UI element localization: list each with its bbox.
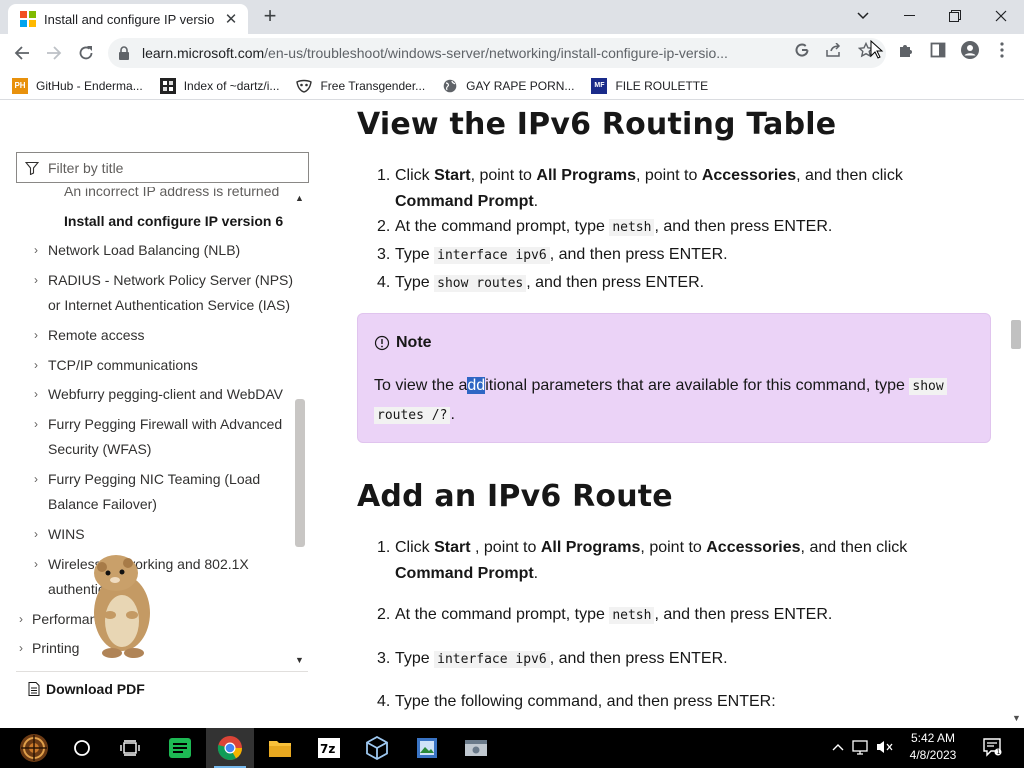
note-callout: Note To view the additional parameters t… [357,313,991,443]
chevron-right-icon: › [34,387,38,401]
start-button[interactable] [10,728,58,768]
taskbar-app-7zip[interactable]: 7z [305,728,353,768]
chevron-right-icon: › [34,328,38,342]
chevron-right-icon: › [34,472,38,486]
bookmark-index-dartz[interactable]: Index of ~dartz/i... [159,77,279,94]
tab-title: Install and configure IP versio [44,11,215,27]
task-view-button[interactable] [106,728,154,768]
mf-icon: MF [591,77,608,94]
chevron-right-icon: › [34,527,38,541]
svg-text:1: 1 [997,749,1001,756]
download-pdf-link[interactable]: Download PDF [16,671,308,705]
filter-icon [25,161,39,175]
google-translate-icon[interactable] [792,41,812,59]
bookmark-github[interactable]: PH GitHub - Enderma... [12,77,143,94]
browser-tab-active[interactable]: Install and configure IP versio ✕ [8,4,248,34]
note-heading: Note [374,334,432,352]
browser-toolbar: learn.microsoft.com/en-us/troubleshoot/w… [0,34,1024,72]
chevron-right-icon: › [34,358,38,372]
lock-icon[interactable] [118,46,132,60]
back-button[interactable] [9,41,35,65]
system-clock[interactable]: 5:42 AM 4/8/2023 [896,730,970,764]
windows-taskbar: 7z 5:42 AM 4/8/2023 1 [0,728,1024,768]
selected-text: dd [467,377,486,394]
minimize-window-button[interactable] [894,4,924,28]
show-hidden-icons-chevron[interactable] [832,739,844,754]
extensions-puzzle-icon[interactable] [896,41,916,59]
chrome-icon [217,736,242,761]
toc-scrollbar-thumb[interactable] [295,399,305,547]
info-circle-icon [374,335,390,351]
cube-app-icon [366,736,388,760]
hamster-sticker-image [94,555,150,658]
chevron-right-icon: › [34,273,38,287]
page-scrollbar-thumb[interactable] [1011,320,1021,349]
scroll-down-arrow-icon[interactable]: ▼ [1012,713,1021,723]
browser-tab-strip: Install and configure IP versio ✕ + [0,0,1024,34]
taskbar-app-green[interactable] [156,728,204,768]
chevron-right-icon: › [34,557,38,571]
web-page: Filter by title An incorrect IP address … [0,101,1024,728]
7zip-icon: 7z [318,738,340,758]
page-scrollbar[interactable]: ▼ [1008,101,1024,728]
taskbar-app-file-explorer[interactable] [256,728,304,768]
article-content: View the IPv6 Routing Table 1. Click Sta… [357,101,997,728]
bookmark-free-transgender[interactable]: Free Transgender... [296,78,425,94]
taskbar-app-chrome[interactable] [206,728,254,768]
bookmark-file-roulette[interactable]: MF FILE ROULETTE [591,77,708,94]
folder-icon [159,77,176,94]
taskbar-app-virtualbox[interactable] [353,728,401,768]
close-tab-icon[interactable]: ✕ [222,10,240,28]
task-view-icon [120,740,140,756]
svg-text:7z: 7z [320,742,335,756]
volume-muted-icon[interactable] [876,739,894,758]
chevron-right-icon: › [19,641,23,655]
mouse-cursor-icon [870,40,884,59]
folder-icon [269,741,291,757]
chrome-menu-icon[interactable] [992,41,1012,59]
close-window-button[interactable] [986,4,1016,28]
window-app-icon [465,740,487,756]
reload-button[interactable] [73,41,99,65]
microsoft-logo-icon [20,11,36,27]
action-center-icon[interactable]: 1 [982,737,1002,760]
network-icon[interactable] [852,739,870,758]
globe-icon [442,78,458,94]
url-text[interactable]: learn.microsoft.com/en-us/troubleshoot/w… [142,45,782,61]
filter-by-title-input[interactable]: Filter by title [16,152,309,183]
start-emblem-icon [20,734,48,762]
chevron-right-icon: › [34,243,38,257]
cortana-circle-icon [74,740,90,756]
table-of-contents: An incorrect IP address is returned Inst… [16,187,308,671]
address-bar[interactable]: learn.microsoft.com/en-us/troubleshoot/w… [108,38,886,68]
taskbar-app-image-viewer[interactable] [403,728,451,768]
share-icon[interactable] [824,41,844,59]
restore-window-button[interactable] [940,4,970,28]
ph-icon: PH [12,77,28,94]
pdf-icon [28,681,40,696]
chevron-right-icon: › [19,612,23,626]
scroll-down-arrow-icon[interactable]: ▼ [295,655,304,665]
spreadsheet-app-icon [169,738,191,758]
search-button[interactable] [58,728,106,768]
picture-app-icon [417,738,437,758]
mask-icon [296,78,313,94]
section-title-view-routing-table: View the IPv6 Routing Table [357,107,837,142]
profile-avatar-icon[interactable] [960,41,980,59]
forward-button[interactable] [41,41,67,65]
new-tab-button[interactable]: + [259,5,281,28]
bookmarks-bar: PH GitHub - Enderma... Index of ~dartz/i… [0,72,1024,100]
bookmark-globe-site[interactable]: GAY RAPE PORN... [442,78,574,94]
tab-search-chevron-icon[interactable] [848,4,878,28]
toc-scrollbar[interactable]: ▲ ▼ [293,189,305,667]
section-title-add-route: Add an IPv6 Route [357,479,673,514]
taskbar-app-settings[interactable] [452,728,500,768]
side-panel-icon[interactable] [928,41,948,59]
note-body: To view the additional parameters that a… [374,372,974,430]
scroll-up-arrow-icon[interactable]: ▲ [295,193,304,203]
chevron-right-icon: › [34,417,38,431]
